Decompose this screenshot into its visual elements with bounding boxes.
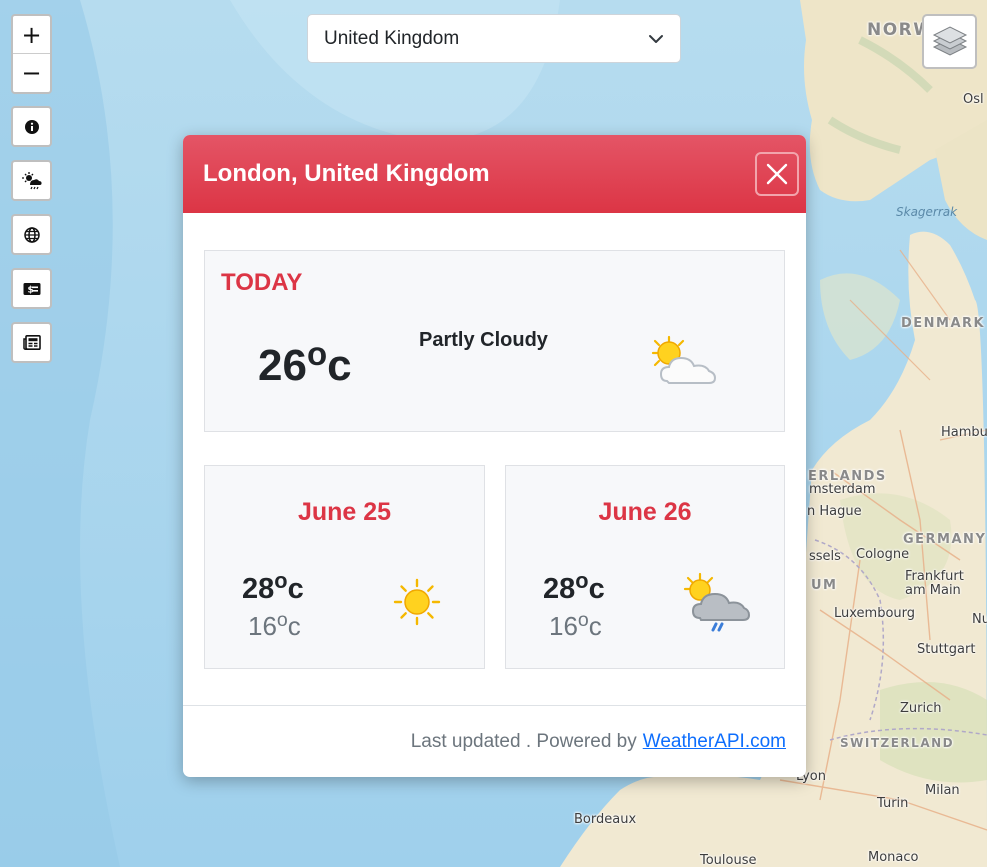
- forecast-max-temp: 28oc: [242, 568, 304, 605]
- today-condition: Partly Cloudy: [419, 329, 548, 351]
- forecast-card: June 25 28oc 16oc: [204, 465, 485, 669]
- currency-icon: $: [23, 282, 40, 295]
- map-label-brussels: ssels: [809, 549, 841, 564]
- map-label-amsterdam: msterdam: [809, 482, 876, 497]
- map-label-monaco: Monaco: [868, 850, 919, 865]
- currency-button[interactable]: $: [11, 268, 52, 309]
- forecast-max-temp: 28oc: [543, 568, 605, 605]
- sunny-icon: [393, 578, 441, 626]
- forecast-min-temp: 16oc: [549, 609, 602, 641]
- map-label-germany: GERMANY: [903, 532, 987, 547]
- patchy-rain-icon: [683, 572, 751, 632]
- modal-body: TODAY 26oc Partly Cloudy June 25 28oc 16…: [183, 213, 806, 706]
- map-label-skagerrak: Skagerrak: [896, 205, 958, 219]
- today-card: TODAY 26oc Partly Cloudy: [204, 250, 785, 432]
- globe-icon: [23, 226, 40, 243]
- map-label-hague: n Hague: [807, 504, 862, 519]
- close-icon: [766, 163, 788, 185]
- zoom-control: + −: [11, 14, 52, 94]
- country-select-value: United Kingdom: [324, 27, 460, 49]
- close-button[interactable]: [755, 152, 799, 196]
- weather-icon: [21, 171, 42, 189]
- map-label-bordeaux: Bordeaux: [574, 812, 637, 827]
- layers-button[interactable]: [922, 14, 977, 69]
- modal-footer: Last updated . Powered by WeatherAPI.com: [183, 705, 806, 777]
- partly-cloudy-icon: [651, 335, 717, 384]
- map-label-switzerland: SWITZERLAND: [840, 736, 955, 750]
- weatherapi-link[interactable]: WeatherAPI.com: [643, 731, 786, 753]
- map-label-denmark: DENMARK: [901, 316, 986, 331]
- map-label-luxembourg: Luxembourg: [834, 606, 916, 621]
- zoom-in-button[interactable]: +: [13, 16, 50, 53]
- weather-modal: London, United Kingdom TODAY 26oc Partly…: [183, 135, 806, 777]
- map-label-cologne: Cologne: [856, 547, 910, 562]
- forecast-min-temp: 16oc: [248, 609, 301, 641]
- chevron-down-icon: [649, 34, 663, 43]
- map-label-toulouse: Toulouse: [700, 853, 757, 868]
- map-label-oslo: Osl: [963, 92, 984, 107]
- today-temperature: 26oc: [258, 335, 352, 390]
- news-button[interactable]: [11, 322, 52, 363]
- map-label-belgium: UM: [811, 578, 838, 593]
- map-label-hamburg: Hambu: [941, 425, 987, 440]
- map-label-turin: Turin: [877, 796, 909, 811]
- map-label-nu: Nu: [972, 612, 987, 627]
- map-label-stuttgart: Stuttgart: [917, 642, 976, 657]
- country-select[interactable]: United Kingdom: [307, 14, 681, 63]
- zoom-out-button[interactable]: −: [13, 53, 50, 91]
- modal-title: London, United Kingdom: [203, 160, 490, 187]
- map-label-zurich: Zurich: [900, 701, 942, 716]
- forecast-card: June 26 28oc 16oc: [505, 465, 785, 669]
- layers-icon: [932, 25, 967, 56]
- globe-button[interactable]: [11, 214, 52, 255]
- map-label-frankfurt: Frankfurt am Main: [905, 569, 964, 598]
- info-button[interactable]: [11, 106, 52, 147]
- today-label: TODAY: [221, 269, 303, 296]
- info-icon: [24, 119, 39, 134]
- footer-text: Last updated . Powered by: [410, 730, 637, 752]
- weather-button[interactable]: [11, 160, 52, 201]
- forecast-date: June 25: [297, 498, 392, 526]
- news-icon: [22, 335, 41, 350]
- map-label-milan: Milan: [925, 783, 960, 798]
- modal-header: London, United Kingdom: [183, 135, 806, 213]
- forecast-date: June 26: [598, 498, 692, 526]
